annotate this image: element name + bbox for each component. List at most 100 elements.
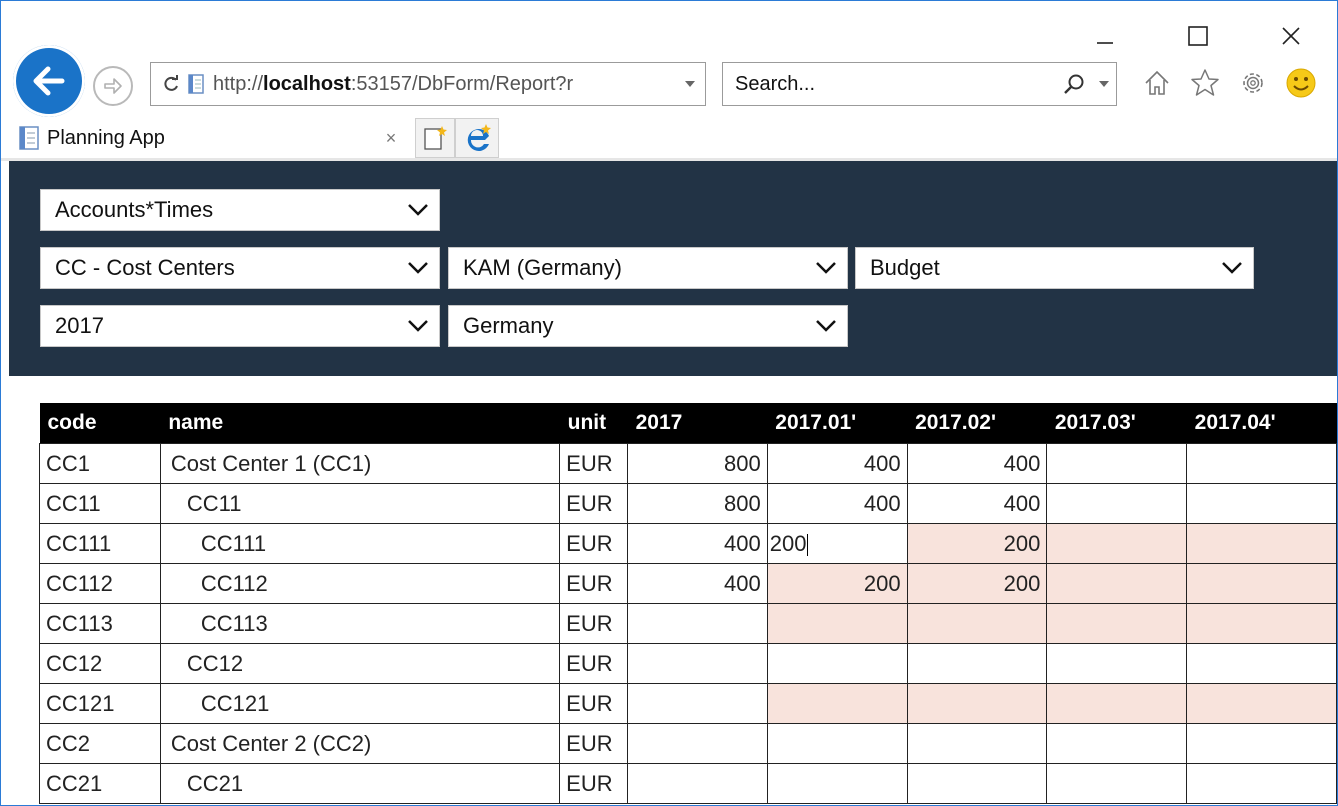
tab-planning-app[interactable]: Planning App × [11, 118, 406, 158]
grid-header-row: code name unit 2017 2017.01' 2017.02' 20… [39, 403, 1337, 444]
cell-code: CC1 [39, 443, 161, 484]
cell-unit: EUR [559, 643, 629, 684]
cell-2017-01[interactable] [766, 763, 908, 804]
cell-2017-02[interactable]: 200 [906, 523, 1048, 564]
cell-2017-04[interactable] [1186, 603, 1337, 644]
page-icon [185, 74, 207, 94]
cell-2017-04[interactable] [1186, 683, 1337, 724]
dimension-select-cost-centers[interactable]: CC - Cost Centers [40, 247, 440, 289]
cell-2017-01[interactable]: 400 [766, 483, 908, 524]
table-row: CC112 CC112 EUR 400 200 200 [39, 563, 1337, 604]
cell-2017-02[interactable]: 200 [906, 563, 1048, 604]
dimension-select-country[interactable]: Germany [448, 305, 848, 347]
select-value: KAM (Germany) [463, 255, 622, 280]
cell-edit-input[interactable]: 200 [770, 531, 807, 556]
dimension-select-kam[interactable]: KAM (Germany) [448, 247, 848, 289]
maximize-button[interactable] [1178, 19, 1218, 53]
favorites-button[interactable] [1187, 65, 1223, 101]
cell-2017-02[interactable] [906, 723, 1048, 764]
cell-code: CC121 [39, 683, 161, 724]
cell-2017-01[interactable] [766, 723, 908, 764]
header-2017-04[interactable]: 2017.04' [1186, 403, 1337, 444]
cell-2017: 800 [627, 483, 768, 524]
cell-2017-04[interactable] [1186, 563, 1337, 604]
cell-2017-04[interactable] [1186, 723, 1337, 764]
home-button[interactable] [1139, 65, 1175, 101]
table-row: CC11 CC11 EUR 800 400 400 [39, 483, 1337, 524]
cell-code: CC113 [39, 603, 161, 644]
search-box[interactable]: Search... [722, 62, 1117, 106]
ie-tab-button[interactable] [455, 118, 499, 158]
dimension-select-accounts-times[interactable]: Accounts*Times [40, 189, 440, 231]
select-value: 2017 [55, 313, 104, 338]
cell-2017-03[interactable] [1046, 563, 1188, 604]
cell-2017 [627, 723, 768, 764]
cell-2017-04[interactable] [1186, 443, 1337, 484]
cell-2017-03[interactable] [1046, 443, 1188, 484]
cell-code: CC112 [39, 563, 161, 604]
cell-2017-02[interactable] [906, 603, 1048, 644]
refresh-icon[interactable] [157, 75, 185, 93]
ie-logo-icon [467, 124, 491, 151]
cell-2017-01[interactable]: 200 [766, 523, 908, 564]
minimize-button[interactable] [1085, 19, 1125, 53]
minimize-icon [1097, 42, 1113, 44]
cell-name: CC21 [159, 763, 561, 804]
cell-2017-02[interactable]: 400 [906, 443, 1048, 484]
cell-2017-01[interactable]: 400 [766, 443, 908, 484]
cell-2017-03[interactable] [1046, 643, 1188, 684]
cell-code: CC2 [39, 723, 161, 764]
close-window-button[interactable] [1271, 19, 1311, 53]
new-tab-button[interactable] [415, 118, 455, 158]
search-icon[interactable] [1056, 73, 1092, 95]
table-row: CC12 CC12 EUR [39, 643, 1337, 684]
select-value: Germany [463, 313, 554, 338]
text-caret [807, 533, 809, 556]
cell-2017-01[interactable] [766, 643, 908, 684]
dimension-select-version[interactable]: Budget [855, 247, 1254, 289]
forward-arrow-icon [104, 78, 122, 94]
cell-2017-03[interactable] [1046, 683, 1188, 724]
header-2017-01[interactable]: 2017.01' [767, 403, 908, 444]
header-unit[interactable]: unit [559, 403, 628, 444]
cell-2017-04[interactable] [1186, 483, 1337, 524]
header-2017-02[interactable]: 2017.02' [907, 403, 1047, 444]
cell-2017-03[interactable] [1046, 483, 1188, 524]
close-icon [1282, 27, 1300, 45]
cell-2017-03[interactable] [1046, 763, 1188, 804]
address-dropdown-icon[interactable] [675, 80, 705, 88]
cell-2017-02[interactable] [906, 643, 1048, 684]
header-code[interactable]: code [39, 403, 161, 444]
cell-code: CC11 [39, 483, 161, 524]
cell-2017-02[interactable]: 400 [906, 483, 1048, 524]
cell-2017-04[interactable] [1186, 643, 1337, 684]
cell-2017-02[interactable] [906, 683, 1048, 724]
grid-body: CC1 Cost Center 1 (CC1) EUR 800 400 400 CC11 CC… [39, 443, 1337, 804]
cell-name: CC121 [159, 683, 561, 724]
settings-button[interactable] [1235, 65, 1271, 101]
cell-2017-03[interactable] [1046, 523, 1188, 564]
cell-2017-03[interactable] [1046, 723, 1188, 764]
tab-close-icon[interactable]: × [376, 128, 406, 149]
cell-2017-01[interactable]: 200 [766, 563, 908, 604]
cell-2017-01[interactable] [766, 603, 908, 644]
cell-code: CC21 [39, 763, 161, 804]
header-2017-03[interactable]: 2017.03' [1046, 403, 1187, 444]
table-row: CC121 CC121 EUR [39, 683, 1337, 724]
cell-2017-04[interactable] [1186, 523, 1337, 564]
dimension-select-year[interactable]: 2017 [40, 305, 440, 347]
feedback-button[interactable] [1283, 65, 1319, 101]
back-button[interactable] [13, 45, 85, 117]
header-name[interactable]: name [160, 403, 560, 444]
favorites-star-icon [1191, 69, 1219, 96]
forward-button[interactable] [93, 66, 133, 106]
header-2017[interactable]: 2017 [627, 403, 768, 444]
url-text[interactable]: http://localhost:53157/DbForm/Report?r [213, 73, 675, 96]
cell-2017-03[interactable] [1046, 603, 1188, 644]
cell-2017-01[interactable] [766, 683, 908, 724]
cell-2017-04[interactable] [1186, 763, 1337, 804]
cell-2017-02[interactable] [906, 763, 1048, 804]
search-dropdown-icon[interactable] [1092, 80, 1116, 88]
cell-2017 [627, 643, 768, 684]
address-bar[interactable]: http://localhost:53157/DbForm/Report?r [150, 62, 706, 106]
